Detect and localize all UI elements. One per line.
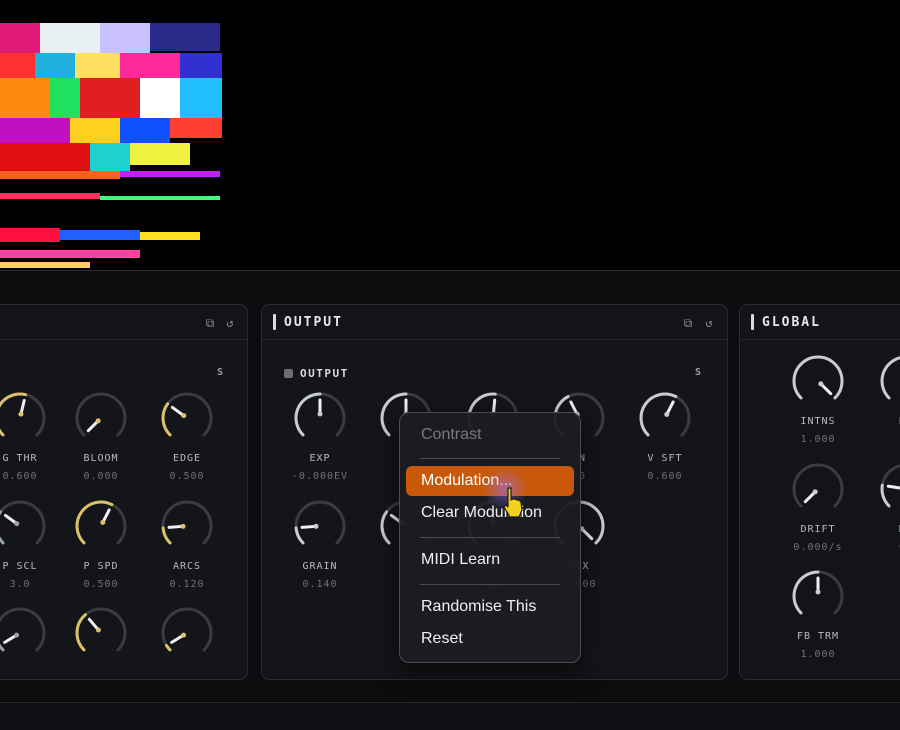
menu-separator (420, 537, 560, 538)
menu-item-midi-learn[interactable]: MIDI Learn (406, 545, 574, 575)
menu-separator (420, 458, 560, 459)
knob[interactable] (0, 605, 48, 661)
knob-label: DRIFT (778, 524, 858, 535)
knob-value: 0.140 (280, 579, 360, 590)
knob-label: P SPD (61, 561, 141, 572)
knob[interactable] (73, 498, 129, 554)
knob[interactable] (292, 498, 348, 554)
knob-label: RE (866, 416, 900, 427)
knob[interactable] (159, 498, 215, 554)
left-panel-header: ⧉ ↺ (0, 305, 247, 340)
reset-icon[interactable]: ↺ (223, 316, 237, 330)
knob[interactable] (0, 498, 48, 554)
knob-label: INTNS (778, 416, 858, 427)
knob-label: EDGE (147, 453, 227, 464)
knob[interactable] (637, 390, 693, 446)
knob-value: 0.600 (0, 471, 60, 482)
reset-icon[interactable]: ↺ (702, 316, 716, 330)
knob-value: 0.500 (147, 471, 227, 482)
knob[interactable] (878, 353, 900, 409)
section-indicator[interactable] (284, 369, 293, 378)
glitch-image (0, 18, 225, 270)
knob[interactable] (790, 568, 846, 624)
knob-label: MO (866, 524, 900, 535)
knob-value: 1. (866, 434, 900, 445)
knob-label: BLOOM (61, 453, 141, 464)
knob-label: EXP (280, 453, 360, 464)
knob[interactable] (790, 353, 846, 409)
knob-value: 1.000 (778, 434, 858, 445)
knob[interactable] (159, 605, 215, 661)
knob-label: FB TRM (778, 631, 858, 642)
knob-value: 0.500 (61, 579, 141, 590)
bottom-bar (0, 702, 900, 730)
knob[interactable] (159, 390, 215, 446)
knob-label: ARCS (147, 561, 227, 572)
title-accent-bar (751, 314, 754, 330)
section-title: OUTPUT (300, 367, 349, 380)
copy-icon[interactable]: ⧉ (681, 316, 695, 330)
knob-label: GRAIN (280, 561, 360, 572)
panel-title: GLOBAL (762, 315, 821, 330)
output-panel-header: OUTPUT ⧉ ↺ (262, 305, 727, 340)
menu-item-reset[interactable]: Reset (406, 624, 574, 654)
knob[interactable] (790, 461, 846, 517)
context-menu: Contrast Modulation... Clear Modulation … (399, 412, 581, 663)
knob[interactable] (73, 390, 129, 446)
knob-value: 3.0 (0, 579, 60, 590)
knob-value: 0. (866, 542, 900, 553)
knob-value: 0.000 (61, 471, 141, 482)
knob-value: -0.000EV (280, 471, 360, 482)
knob-label: V SFT (625, 453, 705, 464)
copy-icon[interactable]: ⧉ (203, 316, 217, 330)
knob-label: P SCL (0, 561, 60, 572)
pointer-cursor-icon (500, 486, 526, 520)
knob-label: G THR (0, 453, 60, 464)
knob[interactable] (878, 461, 900, 517)
solo-button[interactable]: S (217, 367, 223, 378)
panel-title: OUTPUT (284, 315, 343, 330)
global-panel-header: GLOBAL (740, 305, 900, 340)
knob-value: 0.600 (625, 471, 705, 482)
knob-value: 0.120 (147, 579, 227, 590)
title-accent-bar (273, 314, 276, 330)
menu-separator (420, 584, 560, 585)
menu-item-randomise[interactable]: Randomise This (406, 592, 574, 622)
menu-header: Contrast (406, 420, 574, 450)
knob[interactable] (0, 390, 48, 446)
video-preview (0, 0, 900, 270)
solo-button[interactable]: S (695, 367, 701, 378)
knob-value: 1.000 (778, 649, 858, 660)
knob[interactable] (292, 390, 348, 446)
knob-value: 0.000/s (778, 542, 858, 553)
knob[interactable] (73, 605, 129, 661)
